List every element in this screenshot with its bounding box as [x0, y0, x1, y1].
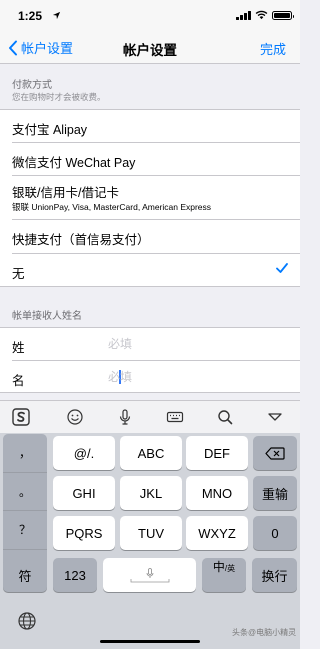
payment-option-label: 支付宝 Alipay — [12, 123, 88, 137]
key-jkl[interactable]: JKL — [120, 476, 182, 510]
status-time: 1:25 — [18, 9, 43, 23]
last-name-row: 姓 — [12, 328, 300, 361]
key-label: ABC — [137, 445, 165, 461]
language-switch-key[interactable]: 中/英 — [202, 558, 246, 592]
key-label: 0 — [271, 525, 279, 541]
key-mno[interactable]: MNO — [186, 476, 248, 510]
payment-option-label: 无 — [12, 267, 25, 281]
payment-option-label: 微信支付 WeChat Pay — [12, 156, 136, 170]
billing-name-form: 姓 名 — [0, 327, 300, 393]
collapse-keyboard-icon[interactable] — [266, 408, 284, 426]
key-label: 123 — [64, 567, 86, 583]
key-symbols[interactable]: @/. — [53, 436, 115, 470]
navigation-bar: 帐户设置 帐户设置 完成 — [0, 30, 300, 64]
key-label: GHI — [72, 485, 96, 501]
payment-option-quickpay[interactable]: 快捷支付（首信易支付） — [12, 220, 300, 254]
number-key[interactable]: 123 — [53, 558, 97, 592]
first-name-row: 名 — [12, 361, 300, 394]
return-key[interactable]: 换行 — [252, 558, 297, 592]
payment-option-sublabel: 银联 UnionPay, Visa, MasterCard, American … — [12, 202, 212, 212]
payment-option-label: 快捷支付（首信易支付） — [12, 233, 150, 247]
payment-section-subheader: 您在购物时才会被收费。 — [12, 92, 106, 102]
location-arrow-icon — [52, 11, 61, 20]
key-label: @/. — [73, 445, 95, 461]
delete-key[interactable] — [253, 436, 297, 470]
space-key[interactable] — [103, 558, 196, 592]
key-label: TUV — [138, 525, 164, 541]
symbol-key[interactable]: 符 — [3, 558, 47, 592]
keyboard-toolbar — [0, 400, 300, 433]
key-wxyz[interactable]: WXYZ — [186, 516, 248, 550]
key-label-sub: /英 — [224, 564, 236, 573]
key-abc[interactable]: ABC — [120, 436, 182, 470]
home-indicator[interactable] — [100, 640, 200, 643]
globe-icon[interactable] — [17, 611, 37, 631]
key-label: 符 — [18, 568, 32, 584]
key-pqrs[interactable]: PQRS — [53, 516, 115, 550]
billing-name-section-header: 帐单接收人姓名 — [12, 311, 82, 322]
sogou-logo-icon[interactable] — [12, 408, 30, 426]
key-label: PQRS — [65, 525, 103, 541]
key-def[interactable]: DEF — [186, 436, 248, 470]
status-bar: 1:25 — [0, 0, 300, 30]
key-label: MNO — [201, 485, 233, 501]
first-name-label: 名 — [12, 374, 25, 388]
wifi-icon — [255, 10, 268, 20]
checkmark-icon — [276, 263, 288, 273]
key-ghi[interactable]: GHI — [53, 476, 115, 510]
watermark: 头条@电脑小精灵 — [232, 628, 297, 637]
last-name-label: 姓 — [12, 341, 25, 355]
key-tuv[interactable]: TUV — [120, 516, 182, 550]
period-key[interactable]: 。 — [3, 473, 47, 511]
reenter-key[interactable]: 重输 — [253, 476, 297, 510]
backspace-icon — [265, 446, 285, 460]
key-label: 换行 — [261, 568, 288, 584]
zero-key[interactable]: 0 — [253, 516, 297, 550]
done-button[interactable]: 完成 — [260, 39, 286, 58]
keyboard-icon[interactable] — [166, 408, 184, 426]
microphone-icon[interactable] — [116, 408, 134, 426]
key-label: JKL — [139, 485, 163, 501]
key-label: WXYZ — [198, 525, 236, 541]
emoji-icon[interactable] — [66, 408, 84, 426]
payment-section-header: 付款方式 — [12, 80, 52, 91]
battery-icon — [272, 11, 294, 20]
first-name-field[interactable] — [108, 367, 288, 387]
comma-key[interactable]: ， — [3, 434, 47, 473]
keyboard: ， 。 ？ ！ @/. ABC DEF GHI JKL MNO 重输 PQRS … — [0, 400, 300, 649]
payment-option-card[interactable]: 银联/信用卡/借记卡 银联 UnionPay, Visa, MasterCard… — [12, 176, 300, 220]
payment-option-none[interactable]: 无 — [12, 254, 300, 287]
key-label: 重输 — [261, 486, 288, 502]
payment-option-label: 银联/信用卡/借记卡 — [12, 186, 119, 200]
space-bar-icon — [130, 578, 169, 582]
last-name-field[interactable] — [108, 334, 288, 354]
key-label: DEF — [204, 445, 230, 461]
microphone-icon — [146, 567, 153, 578]
payment-options-list: 支付宝 Alipay 微信支付 WeChat Pay 银联/信用卡/借记卡 银联… — [0, 109, 300, 287]
payment-option-wechat[interactable]: 微信支付 WeChat Pay — [12, 143, 300, 176]
search-icon[interactable] — [216, 408, 234, 426]
question-key[interactable]: ？ — [3, 511, 47, 550]
page-title: 帐户设置 — [123, 43, 177, 58]
cellular-signal-icon — [236, 11, 251, 20]
key-label-main: 中 — [212, 560, 225, 574]
payment-option-alipay[interactable]: 支付宝 Alipay — [12, 110, 300, 143]
